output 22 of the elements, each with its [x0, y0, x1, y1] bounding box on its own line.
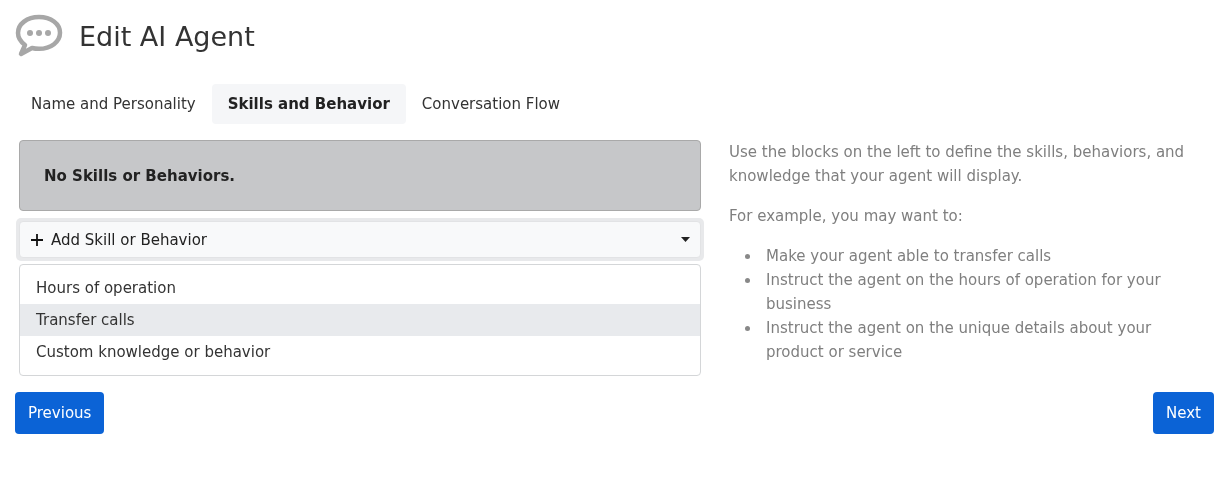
next-button[interactable]: Next	[1153, 392, 1214, 434]
add-skill-dropdown[interactable]: Add Skill or Behavior	[19, 221, 701, 258]
previous-button[interactable]: Previous	[15, 392, 105, 434]
plus-icon	[31, 233, 43, 246]
list-item: Instruct the agent on the hours of operation for your business	[766, 270, 1162, 315]
caret-icon	[681, 237, 690, 242]
page-title: Edit AI Agent	[79, 20, 255, 52]
bullet-icon	[745, 254, 750, 259]
help-text: Use the blocks on the left to define the skills, behaviors, and knowledge that your agent will display.	[729, 142, 1186, 187]
list-item: Instruct the agent on the unique details about your product or service	[766, 318, 1153, 363]
menu-item[interactable]: Custom knowledge or behavior	[20, 336, 700, 368]
list-item: Make your agent able to transfer calls	[766, 246, 1052, 267]
empty-message: No Skills or Behaviors.	[19, 140, 701, 211]
help-text: For example, you may want to:	[729, 206, 964, 227]
tab[interactable]: Skills and Behavior	[211, 84, 406, 124]
bullet-icon	[745, 326, 750, 331]
bullet-icon	[745, 278, 750, 283]
menu-item[interactable]: Transfer calls	[20, 304, 700, 336]
menu-item[interactable]: Hours of operation	[20, 272, 700, 304]
tab[interactable]: Name and Personality	[15, 84, 212, 124]
tab[interactable]: Conversation Flow	[405, 84, 577, 124]
chat-bubble-icon	[15, 14, 63, 58]
